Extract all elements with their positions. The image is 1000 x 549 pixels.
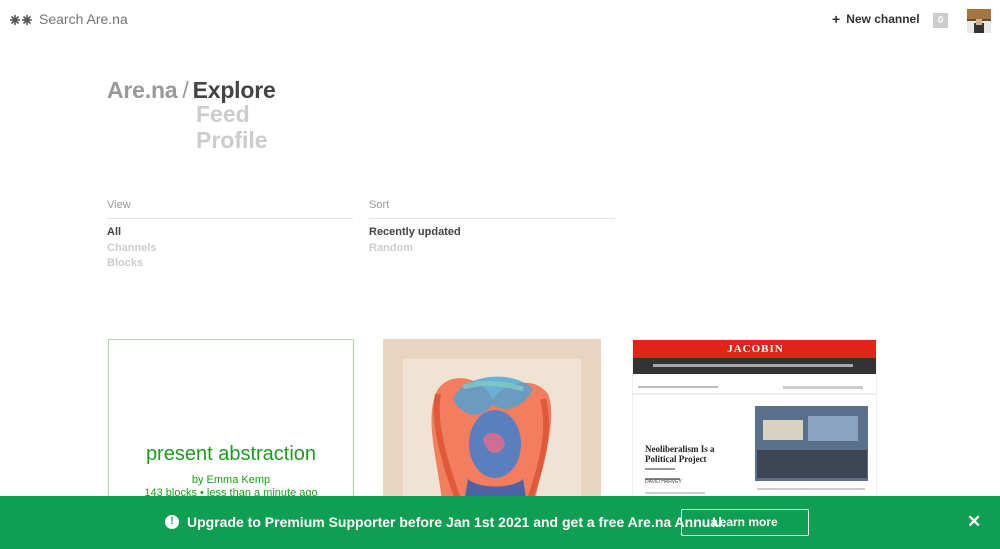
image-block-card[interactable] [383, 339, 601, 509]
sort-option-random[interactable]: Random [369, 241, 615, 257]
breadcrumb-root[interactable]: Are.na [107, 77, 178, 103]
view-option-blocks[interactable]: Blocks [107, 256, 353, 272]
jacobin-headline: Neoliberalism Is a Political Project [645, 444, 715, 464]
new-channel-label: New channel [846, 12, 920, 26]
new-channel-button[interactable]: + New channel [832, 12, 920, 26]
close-icon[interactable]: ✕ [967, 512, 981, 532]
breadcrumb-separator: / [182, 77, 189, 103]
top-bar: + New channel 0 [0, 0, 1000, 40]
channel-card[interactable]: present abstraction by Emma Kemp 143 blo… [108, 339, 354, 509]
arena-logo-icon[interactable] [9, 12, 33, 28]
channel-author[interactable]: by Emma Kemp [109, 474, 353, 486]
notification-count-badge[interactable]: 0 [933, 13, 948, 28]
search-input[interactable] [39, 11, 339, 27]
learn-more-button[interactable]: Learn more [681, 509, 809, 536]
section-nav: Feed Profile [196, 101, 268, 154]
upgrade-banner: ! Upgrade to Premium Supporter before Ja… [0, 496, 1000, 549]
channel-title: present abstraction [145, 443, 317, 465]
sort-filter: Sort Recently updated Random [369, 199, 615, 256]
view-option-all[interactable]: All [107, 225, 353, 241]
link-block-card[interactable]: JACOBIN Neoliberalism Is a Political Pro… [632, 339, 877, 509]
view-filter-title: View [107, 199, 353, 219]
artwork-image [383, 339, 601, 509]
info-icon: ! [165, 515, 179, 529]
avatar[interactable] [967, 9, 991, 33]
jacobin-masthead: JACOBIN [727, 343, 784, 355]
view-option-channels[interactable]: Channels [107, 241, 353, 257]
sort-option-recently-updated[interactable]: Recently updated [369, 225, 615, 241]
view-filter: View All Channels Blocks [107, 199, 353, 272]
nav-item-profile[interactable]: Profile [196, 127, 268, 154]
breadcrumb-current[interactable]: Explore [193, 77, 276, 103]
sort-filter-title: Sort [369, 199, 615, 219]
page-title-breadcrumb: Are.na / Explore [107, 77, 276, 104]
jacobin-byline: DAVID HARVEY [645, 479, 682, 485]
nav-item-feed[interactable]: Feed [196, 101, 268, 128]
plus-icon: + [832, 11, 841, 27]
banner-message: Upgrade to Premium Supporter before Jan … [187, 514, 726, 530]
